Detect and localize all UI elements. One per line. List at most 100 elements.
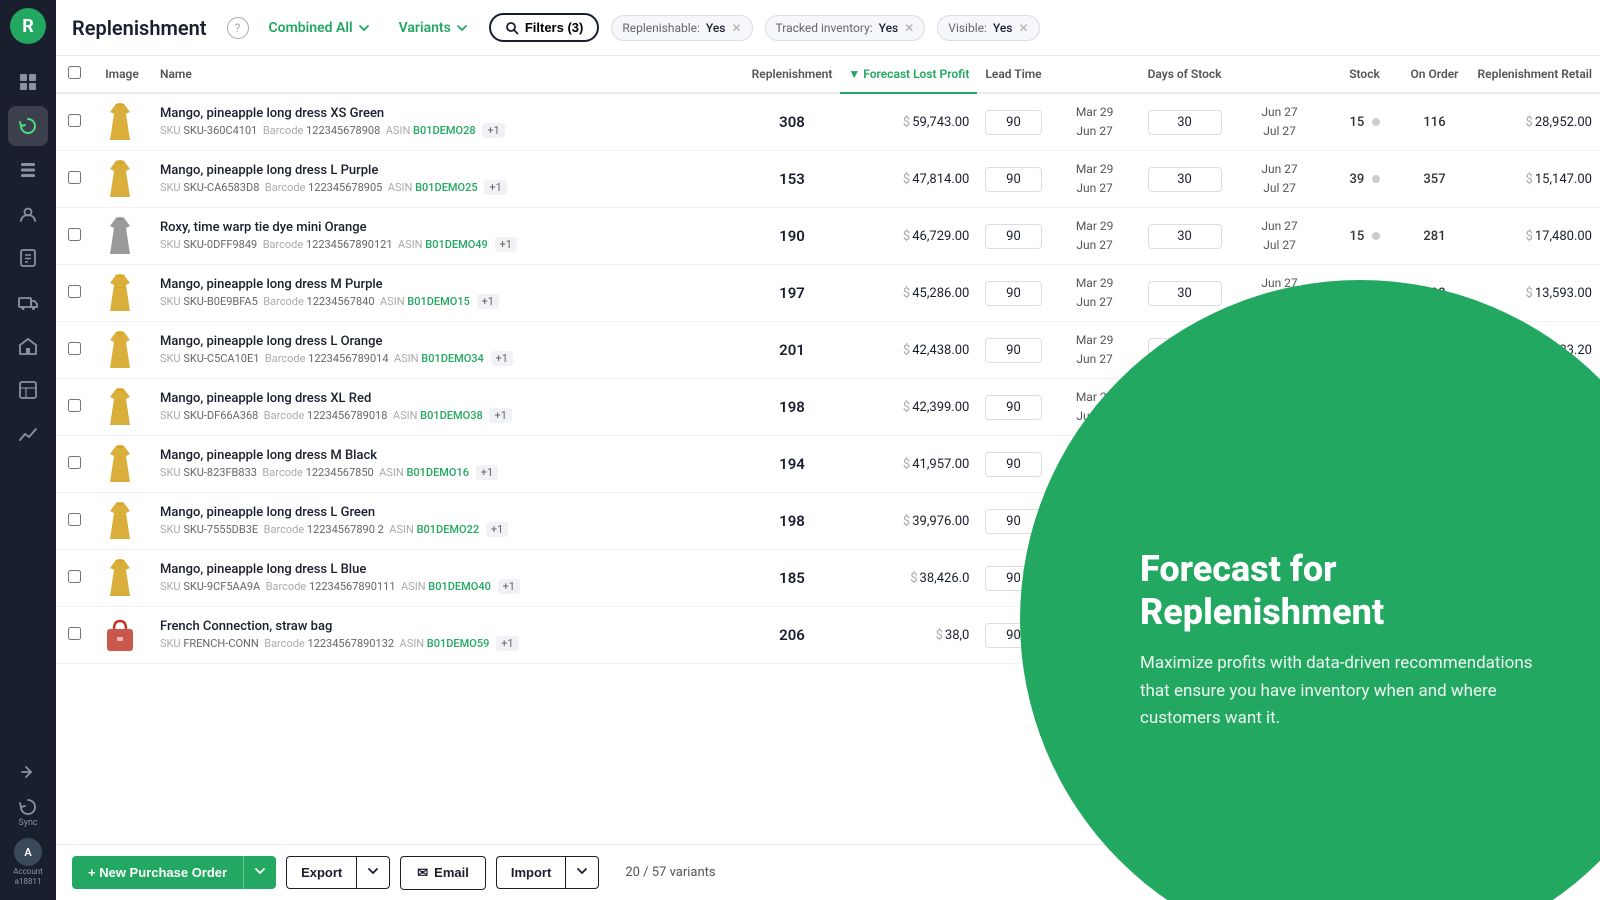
row-checkbox[interactable] xyxy=(68,513,81,526)
product-meta: SKU SKU-823FB833 Barcode 12234567850 ASI… xyxy=(160,465,736,480)
days-of-stock-input[interactable]: 30 xyxy=(1148,110,1222,135)
row-checkbox[interactable] xyxy=(68,570,81,583)
replenishment-value: 153 xyxy=(779,170,805,188)
overlay-description: Maximize profits with data-driven recomm… xyxy=(1140,650,1560,732)
product-image-cell xyxy=(92,322,152,379)
variant-tag: +1 xyxy=(477,294,499,309)
product-image-cell xyxy=(92,436,152,493)
export-button[interactable]: Export xyxy=(286,856,356,889)
row-checkbox[interactable] xyxy=(68,456,81,469)
product-image xyxy=(100,387,140,427)
import-chevron-icon xyxy=(576,865,588,877)
warehouse-icon[interactable] xyxy=(8,326,48,366)
forecast-value: $45,286.00 xyxy=(903,286,969,301)
lead-time-input[interactable]: 90 xyxy=(985,167,1041,192)
variants-label: Variants xyxy=(399,20,451,36)
visible-filter-chip[interactable]: Visible: Yes ✕ xyxy=(937,15,1039,41)
variants-button[interactable]: Variants xyxy=(391,16,477,40)
stock-cell: 39 xyxy=(1330,151,1400,208)
lead-time-input[interactable]: 90 xyxy=(985,281,1041,306)
lead-time-input[interactable]: 90 xyxy=(985,452,1041,477)
catalog-icon[interactable] xyxy=(8,150,48,190)
dos-cell[interactable]: 30 xyxy=(1140,208,1230,265)
leadtime-cell[interactable]: 90 xyxy=(977,151,1049,208)
row-checkbox[interactable] xyxy=(68,399,81,412)
sync-button[interactable]: Sync xyxy=(18,798,37,828)
row-checkbox[interactable] xyxy=(68,114,81,127)
replenishment-value: 194 xyxy=(779,455,805,473)
product-name-cell: Mango, pineapple long dress L Purple SKU… xyxy=(152,151,744,208)
row-check-cell xyxy=(56,208,92,265)
new-purchase-order-dropdown[interactable] xyxy=(243,856,276,889)
header-dos-col: Days of Stock xyxy=(1140,56,1230,93)
product-image xyxy=(100,330,140,370)
row-checkbox[interactable] xyxy=(68,228,81,241)
lead-time-input[interactable]: 90 xyxy=(985,395,1041,420)
product-name: Mango, pineapple long dress M Black xyxy=(160,448,736,463)
orders-icon[interactable] xyxy=(8,238,48,278)
dates1-cell: Mar 29 Jun 27 xyxy=(1050,322,1140,379)
product-image xyxy=(100,501,140,541)
account-icon[interactable]: A Account a18811 xyxy=(8,834,48,890)
variant-tag: +1 xyxy=(486,522,508,537)
replenishment-value: 185 xyxy=(779,569,805,587)
import-dropdown[interactable] xyxy=(565,856,599,889)
shipping-icon[interactable] xyxy=(8,282,48,322)
table-reports-icon[interactable] xyxy=(8,370,48,410)
days-of-stock-input[interactable]: 30 xyxy=(1148,281,1222,306)
lead-time-input[interactable]: 90 xyxy=(985,110,1041,135)
days-of-stock-input[interactable]: 30 xyxy=(1148,224,1222,249)
lead-time-input[interactable]: 90 xyxy=(985,338,1041,363)
forecast-cell: $41,957.00 xyxy=(840,436,977,493)
product-image-cell xyxy=(92,607,152,664)
email-button[interactable]: ✉ Email xyxy=(400,856,486,890)
select-all-checkbox[interactable] xyxy=(68,66,81,79)
days-of-stock-input[interactable]: 30 xyxy=(1148,167,1222,192)
app-logo[interactable]: R xyxy=(10,8,46,44)
variant-count: 20 / 57 variants xyxy=(625,865,715,880)
row-checkbox[interactable] xyxy=(68,285,81,298)
stock-cell: 15 xyxy=(1330,93,1400,151)
arrival-dates: Mar 29 Jun 27 xyxy=(1058,274,1132,312)
leadtime-cell[interactable]: 90 xyxy=(977,265,1049,322)
replenishment-nav-icon[interactable] xyxy=(8,106,48,146)
row-checkbox[interactable] xyxy=(68,342,81,355)
import-button[interactable]: Import xyxy=(496,856,565,889)
row-checkbox[interactable] xyxy=(68,627,81,640)
leadtime-cell[interactable]: 90 xyxy=(977,436,1049,493)
help-icon[interactable]: ? xyxy=(227,17,249,39)
lead-time-input[interactable]: 90 xyxy=(985,224,1041,249)
product-name: Roxy, time warp tie dye mini Orange xyxy=(160,220,736,235)
row-checkbox[interactable] xyxy=(68,171,81,184)
replenishment-value: 206 xyxy=(779,626,805,644)
onorder-value: 357 xyxy=(1423,172,1445,187)
row-check-cell xyxy=(56,436,92,493)
leadtime-cell[interactable]: 90 xyxy=(977,208,1049,265)
replenishable-filter-chip[interactable]: Replenishable: Yes ✕ xyxy=(611,15,752,41)
leadtime-cell[interactable]: 90 xyxy=(977,322,1049,379)
forecast-value: $38,426.0 xyxy=(910,571,969,586)
replenishment-cell: 153 xyxy=(744,151,841,208)
product-meta: SKU SKU-DF66A368 Barcode 1223456789018 A… xyxy=(160,408,736,423)
product-image xyxy=(100,558,140,598)
tracked-inventory-filter-chip[interactable]: Tracked inventory: Yes ✕ xyxy=(765,15,926,41)
analytics-icon[interactable] xyxy=(8,414,48,454)
leadtime-cell[interactable]: 90 xyxy=(977,93,1049,151)
retail-value: $17,480.00 xyxy=(1526,229,1592,244)
contacts-icon[interactable] xyxy=(8,194,48,234)
leadtime-cell[interactable]: 90 xyxy=(977,379,1049,436)
dashboard-icon[interactable] xyxy=(8,62,48,102)
dos-cell[interactable]: 30 xyxy=(1140,93,1230,151)
replenishment-cell: 206 xyxy=(744,607,841,664)
product-name: Mango, pineapple long dress L Orange xyxy=(160,334,736,349)
combined-all-button[interactable]: Combined All xyxy=(261,16,379,40)
search-icon xyxy=(505,21,519,35)
product-name: Mango, pineapple long dress XL Red xyxy=(160,391,736,406)
header-forecast-col[interactable]: ▼ Forecast Lost Profit xyxy=(840,56,977,93)
header-dos-dates-col xyxy=(1230,56,1330,93)
dos-cell[interactable]: 30 xyxy=(1140,151,1230,208)
new-purchase-order-button[interactable]: + New Purchase Order xyxy=(72,856,243,889)
export-dropdown[interactable] xyxy=(356,856,390,889)
filters-button[interactable]: Filters (3) xyxy=(489,13,600,42)
expand-icon[interactable] xyxy=(8,752,48,792)
